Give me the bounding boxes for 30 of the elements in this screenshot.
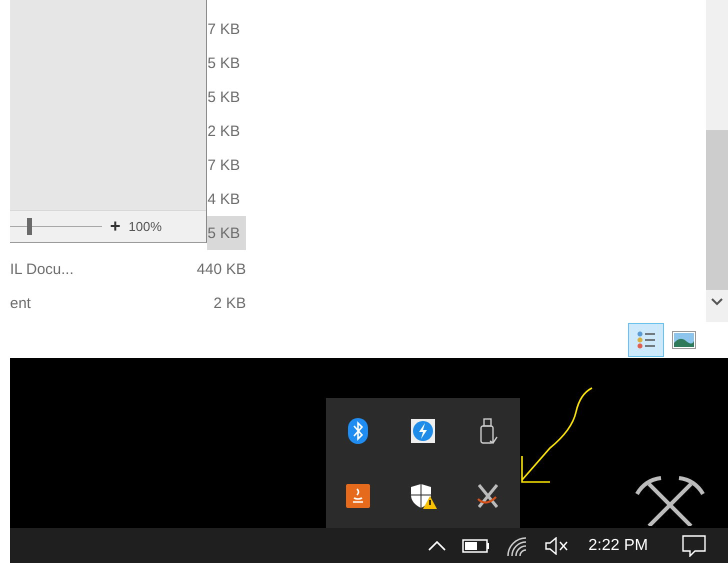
zoom-slider[interactable] [10,218,102,235]
zoom-in-button[interactable]: + [110,216,121,237]
details-view-icon [635,329,657,351]
file-type: IL Docu... [10,260,74,278]
view-button[interactable] [628,323,664,357]
file-size: 5 KB [207,54,241,74]
scrollbar[interactable] [706,0,728,322]
file-type: ent [10,294,31,312]
scroll-thumb[interactable] [706,130,728,290]
lightning-icon[interactable] [410,418,436,444]
file-size: 5 KB [207,216,246,250]
file-size: 2 KB [207,122,241,142]
bluetooth-icon[interactable] [347,416,370,444]
usb-drive-icon[interactable] [478,416,498,444]
chevron-down-icon[interactable] [711,298,723,306]
file-size: 2 KB [213,294,246,312]
zoom-percent: 100% [128,219,162,234]
clock[interactable]: 2:22 PM [578,528,658,563]
file-row[interactable]: ent 2 KB [10,286,252,320]
file-size: 440 KB [196,260,246,278]
java-icon[interactable] [345,482,372,508]
pickaxe-icon[interactable] [635,476,705,526]
file-size: 4 KB [207,190,241,210]
file-size: 7 KB [207,20,241,40]
slider-thumb[interactable] [26,218,32,235]
file-size: 7 KB [207,156,241,176]
file-row[interactable]: IL Docu... 440 KB [10,252,252,286]
picture-view-icon [672,331,696,349]
file-size: 5 KB [207,88,241,108]
shield-warning-icon[interactable] [408,482,437,510]
